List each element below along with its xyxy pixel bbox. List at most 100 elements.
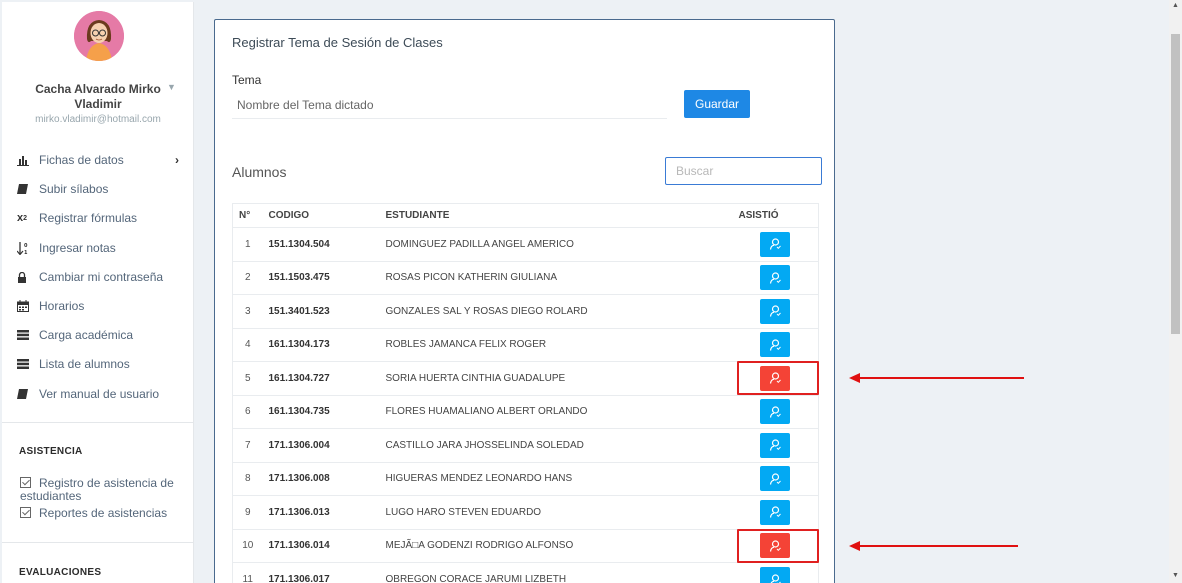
row-number: 4 xyxy=(232,327,263,362)
sidebar-item-lista-de-alumnos[interactable]: Lista de alumnos xyxy=(17,352,187,376)
attendance-cell xyxy=(732,562,819,583)
sidebar-item-subir-silabos[interactable]: Subir sílabos xyxy=(17,177,187,201)
table-row: 8 171.1306.008 HIGUERAS MENDEZ LEONARDO HA… xyxy=(232,461,819,496)
row-number: 2 xyxy=(232,260,263,295)
row-number: 1 xyxy=(232,227,263,261)
student-code: 171.1306.013 xyxy=(262,495,380,529)
section-title-evaluaciones: EVALUACIONES xyxy=(19,567,102,578)
table-row: 10 171.1306.014 MEJÃ□A GODENZI RODRIGO ALF… xyxy=(232,528,819,563)
sidebar-item-label: Carga académica xyxy=(39,328,134,342)
sidebar-item-label: Fichas de datos xyxy=(39,153,124,167)
attendance-cell xyxy=(732,428,819,462)
scroll-thumb[interactable] xyxy=(1171,34,1180,334)
alumnos-title: Alumnos xyxy=(232,164,287,180)
sidebar-item-registrar-formulas[interactable]: x2 Registrar fórmulas xyxy=(17,206,187,230)
row-number: 8 xyxy=(232,461,263,496)
student-name: MEJÃ□A GODENZI RODRIGO ALFONSO xyxy=(379,528,733,563)
scrollbar[interactable]: ▲ ▼ xyxy=(1169,0,1182,583)
table-row: 9 171.1306.013 LUGO HARO STEVEN EDUARDO xyxy=(232,495,819,529)
row-number: 7 xyxy=(232,428,263,462)
attendance-cell xyxy=(732,394,819,429)
attendance-present-button[interactable] xyxy=(760,499,791,525)
student-code: 151.1503.475 xyxy=(262,260,380,295)
sidebar-item-label: Ver manual de usuario xyxy=(39,387,160,401)
checkbox-icon xyxy=(20,507,31,518)
session-panel: Registrar Tema de Sesión de Clases Tema … xyxy=(214,19,835,583)
table-row: 7 171.1306.004 CASTILLO JARA JHOSSELINDA S… xyxy=(232,428,819,462)
attendance-present-button[interactable] xyxy=(760,567,791,583)
list-icon xyxy=(17,330,39,340)
calendar-icon xyxy=(17,300,39,312)
attendance-present-button[interactable] xyxy=(760,298,791,324)
arrow-head-icon xyxy=(849,541,860,551)
attendance-cell xyxy=(732,495,819,529)
profile-email: mirko.vladimir@hotmail.com xyxy=(35,114,161,125)
attendance-cell xyxy=(732,461,819,496)
bar-chart-icon xyxy=(17,155,39,166)
table-row: 6 161.1304.735 FLORES HUAMALIANO ALBERT OR… xyxy=(232,394,819,429)
student-code: 161.1304.727 xyxy=(262,361,380,395)
attendance-present-button[interactable] xyxy=(760,432,791,458)
user-check-icon xyxy=(769,573,782,583)
caret-down-icon[interactable]: ▼ xyxy=(167,82,176,92)
sidebar-item-horarios[interactable]: Horarios xyxy=(17,294,187,318)
user-check-icon xyxy=(769,272,782,284)
attendance-present-button[interactable] xyxy=(760,332,791,358)
attendance-present-button[interactable] xyxy=(760,466,791,492)
book-icon xyxy=(17,389,39,399)
student-code: 151.1304.504 xyxy=(262,227,380,261)
attendance-present-button[interactable] xyxy=(760,265,791,291)
avatar[interactable] xyxy=(74,11,124,61)
student-name: OBREGON CORACE JARUMI LIZBETH xyxy=(379,562,733,583)
sidebar: Cacha Alvarado Mirko Vladimir ▼ mirko.vl… xyxy=(2,2,194,583)
sidebar-item-ingresar-notas[interactable]: 01 Ingresar notas xyxy=(17,236,187,260)
user-check-icon xyxy=(769,439,782,451)
tema-input[interactable] xyxy=(232,91,667,119)
row-number: 9 xyxy=(232,495,263,529)
sidebar-divider xyxy=(2,542,193,543)
search-input[interactable] xyxy=(665,157,822,185)
arrow-head-icon xyxy=(849,373,860,383)
row-number: 3 xyxy=(232,294,263,328)
sidebar-item-label: Lista de alumnos xyxy=(39,357,130,371)
sidebar-item-label: Ingresar notas xyxy=(39,241,116,255)
checkbox-icon xyxy=(20,477,31,488)
attendance-cell xyxy=(732,294,819,328)
student-code: 171.1306.004 xyxy=(262,428,380,462)
save-button[interactable]: Guardar xyxy=(684,90,750,118)
row-number: 11 xyxy=(232,562,263,583)
sidebar-item-carga-academica[interactable]: Carga académica xyxy=(17,323,187,347)
column-header: CODIGO xyxy=(262,203,380,228)
student-name: GONZALES SAL Y ROSAS DIEGO ROLARD xyxy=(379,294,733,328)
attendance-present-button[interactable] xyxy=(760,399,791,425)
sidebar-item-cambiar-contrasena[interactable]: Cambiar mi contraseña xyxy=(17,265,187,289)
sidebar-item-label: Reportes de asistencias xyxy=(39,506,168,520)
row-number: 6 xyxy=(232,394,263,429)
student-code: 161.1304.173 xyxy=(262,327,380,362)
sidebar-item-fichas-de-datos[interactable]: Fichas de datos › xyxy=(17,148,187,172)
section-title-asistencia: ASISTENCIA xyxy=(19,446,83,457)
student-name: SORIA HUERTA CINTHIA GUADALUPE xyxy=(379,361,733,395)
highlight-box xyxy=(737,361,819,395)
attendance-cell xyxy=(732,260,819,295)
sidebar-item-label: Horarios xyxy=(39,299,85,313)
sidebar-item-label: Registro de asistencia de estudiantes xyxy=(20,476,174,503)
student-code: 161.1304.735 xyxy=(262,394,380,429)
sidebar-item-reportes-asistencias[interactable]: Reportes de asistencias xyxy=(20,506,190,520)
sidebar-item-registro-asistencia[interactable]: Registro de asistencia de estudiantes xyxy=(20,476,190,503)
sidebar-item-ver-manual[interactable]: Ver manual de usuario xyxy=(17,382,187,406)
book-icon xyxy=(17,184,39,194)
sidebar-divider xyxy=(2,422,193,423)
attendance-present-button[interactable] xyxy=(760,231,791,257)
tema-label: Tema xyxy=(232,73,262,87)
scroll-up-icon[interactable]: ▲ xyxy=(1172,2,1179,9)
profile-name[interactable]: Cacha Alvarado Mirko Vladimir xyxy=(8,82,188,112)
user-check-icon xyxy=(769,305,782,317)
table-header-row: N° CODIGO ESTUDIANTE ASISTIÓ xyxy=(232,203,819,228)
svg-text:1: 1 xyxy=(24,250,28,255)
user-check-icon xyxy=(769,238,782,250)
scroll-down-icon[interactable]: ▼ xyxy=(1172,572,1179,579)
highlight-box xyxy=(737,529,819,563)
column-header: ASISTIÓ xyxy=(732,203,819,228)
sidebar-item-label: Cambiar mi contraseña xyxy=(39,270,164,284)
